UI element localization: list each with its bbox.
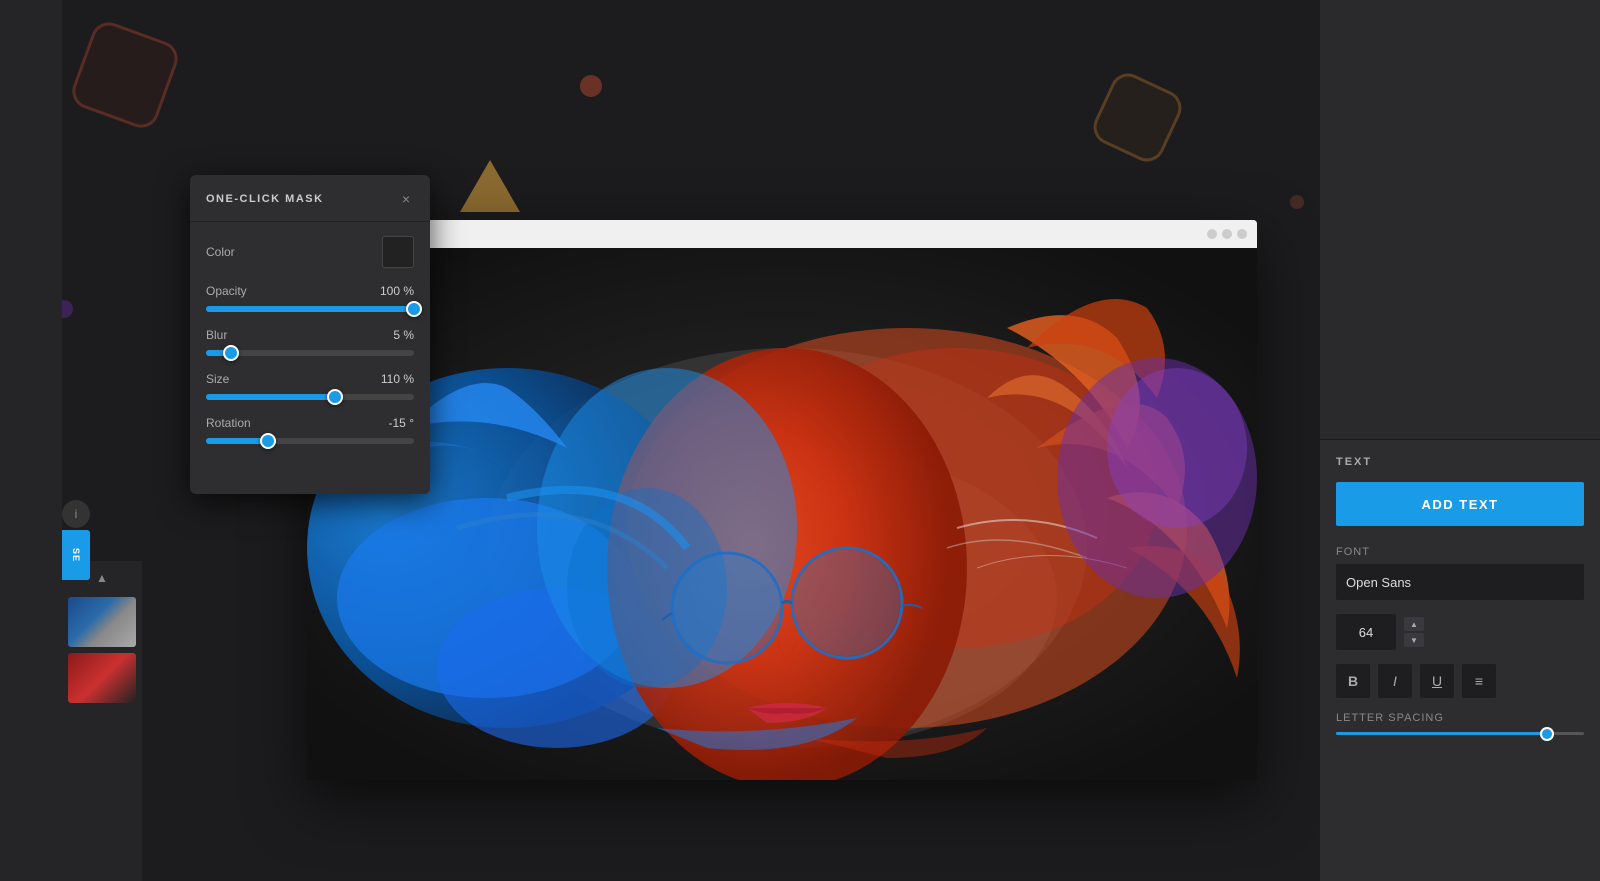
blur-label: Blur [206,328,227,342]
canvas-content[interactable] [307,248,1257,780]
blur-row-header: Blur 5 % [206,328,414,342]
left-sidebar [0,0,62,881]
font-size-down-button[interactable]: ▼ [1404,633,1424,647]
text-section-label: TEXT [1336,456,1584,468]
opacity-slider-thumb[interactable] [406,301,422,317]
rotation-row: Rotation -15 ° [206,416,414,444]
right-panel-top [1320,0,1600,440]
info-button[interactable]: i [62,500,90,528]
size-row-header: Size 110 % [206,372,414,386]
align-button[interactable]: ≡ [1462,664,1496,698]
blur-row: Blur 5 % [206,328,414,356]
window-titlebar [307,220,1257,248]
text-style-row: B I U ≡ [1336,664,1584,698]
rotation-slider[interactable] [206,438,414,444]
opacity-row-header: Opacity 100 % [206,284,414,298]
mask-close-button[interactable]: × [398,189,414,209]
mask-dialog-title: ONE-CLICK MASK [206,193,324,205]
rotation-row-header: Rotation -15 ° [206,416,414,430]
blur-slider-thumb[interactable] [223,345,239,361]
size-value: 110 % [381,372,414,386]
rotation-slider-thumb[interactable] [260,433,276,449]
font-size-input[interactable] [1336,614,1396,650]
color-swatch[interactable] [382,236,414,268]
win-dot-1 [1207,229,1217,239]
color-row-header: Color [206,236,414,268]
thumbnail-strip: ▲ [62,561,142,881]
opacity-slider-fill [206,306,414,312]
underline-button[interactable]: U [1420,664,1454,698]
bold-button[interactable]: B [1336,664,1370,698]
size-row: Size 110 % [206,372,414,400]
collapse-button[interactable]: ▲ [96,571,108,585]
size-slider-fill [206,394,335,400]
font-label: Font [1336,546,1584,558]
opacity-slider[interactable] [206,306,414,312]
letter-spacing-fill [1336,732,1547,735]
size-label: Size [206,372,229,386]
color-label: Color [206,245,235,259]
thumbnail-1[interactable] [68,597,136,647]
opacity-row: Opacity 100 % [206,284,414,312]
opacity-value: 100 % [380,284,414,298]
color-row: Color [206,236,414,268]
mask-dialog: ONE-CLICK MASK × Color Opacity 100 % Bl [190,175,430,494]
right-panel-bottom: TEXT ADD TEXT Font Open Sans ▲ ▼ B I U ≡ [1320,440,1600,881]
font-size-up-button[interactable]: ▲ [1404,617,1424,631]
info-icon: i [75,507,78,521]
mask-dialog-body: Color Opacity 100 % Blur 5 % [190,222,430,474]
italic-button[interactable]: I [1378,664,1412,698]
opacity-label: Opacity [206,284,247,298]
mask-dialog-header: ONE-CLICK MASK × [190,175,430,222]
blur-slider[interactable] [206,350,414,356]
thumbnail-2[interactable] [68,653,136,703]
letter-spacing-label: Letter Spacing [1336,712,1584,724]
font-size-row: ▲ ▼ [1336,614,1584,650]
size-slider[interactable] [206,394,414,400]
blur-value: 5 % [393,328,414,342]
size-slider-thumb[interactable] [327,389,343,405]
canvas-window [307,220,1257,780]
rotation-label: Rotation [206,416,251,430]
win-dot-3 [1237,229,1247,239]
rotation-slider-fill [206,438,268,444]
font-select[interactable]: Open Sans [1336,564,1584,600]
font-size-arrows: ▲ ▼ [1404,617,1424,647]
win-dot-2 [1222,229,1232,239]
letter-spacing-slider[interactable] [1336,732,1584,735]
portrait-artwork [307,248,1257,780]
add-text-button[interactable]: ADD TEXT [1336,482,1584,526]
rotation-value: -15 ° [389,416,414,430]
letter-spacing-thumb[interactable] [1540,727,1554,741]
right-panel: TEXT ADD TEXT Font Open Sans ▲ ▼ B I U ≡ [1320,0,1600,881]
side-panel-button[interactable]: SE [62,530,90,580]
